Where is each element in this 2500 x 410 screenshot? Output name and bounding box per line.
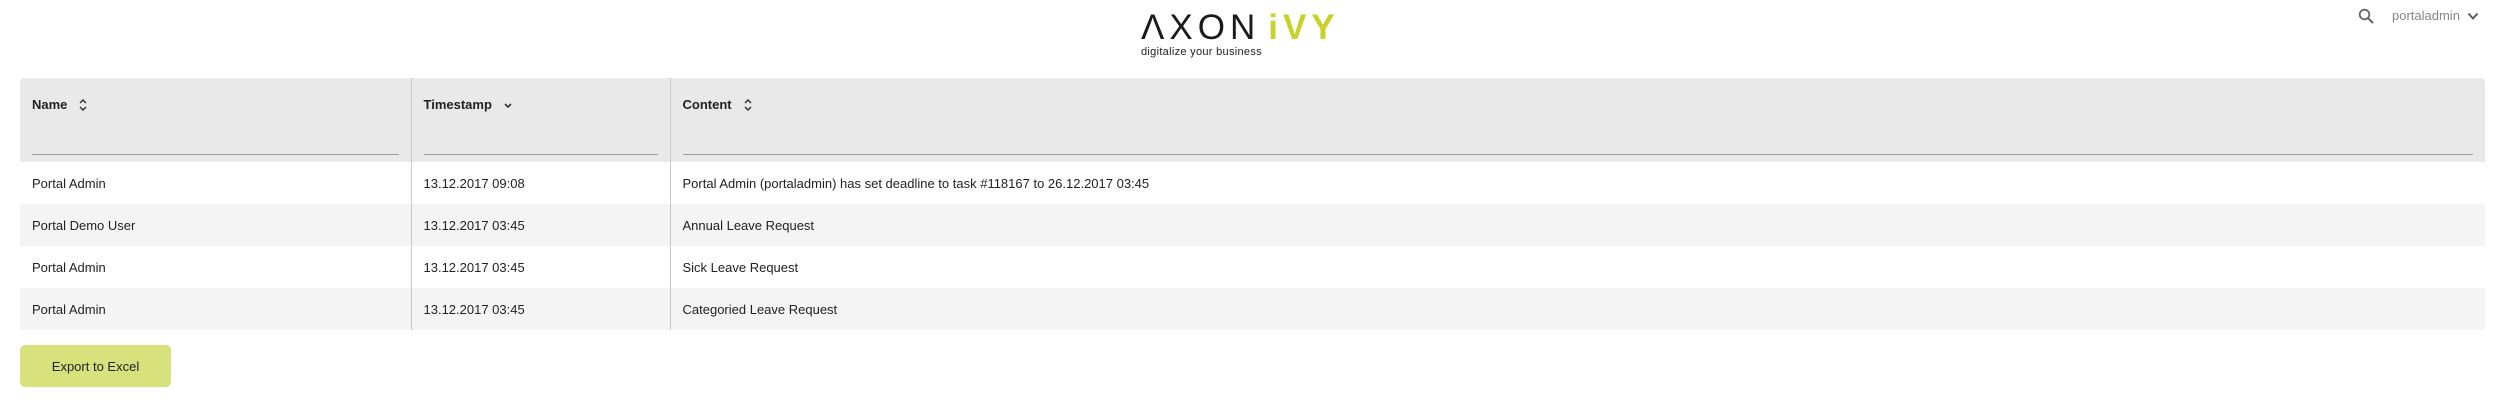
history-table: Name Timestamp Content Portal Admin 13.1…: [20, 78, 2485, 332]
sort-both-icon: [79, 98, 87, 112]
content-filter-input[interactable]: [682, 134, 2473, 155]
table-header-row: Name Timestamp Content: [20, 78, 2485, 162]
cell-name: Portal Admin: [20, 246, 411, 288]
column-label: Name: [32, 97, 68, 112]
chevron-down-icon: [2467, 12, 2479, 20]
column-label: Timestamp: [423, 97, 492, 112]
table-row[interactable]: Portal Admin 13.12.2017 09:08 Portal Adm…: [20, 162, 2485, 204]
logo-tagline: digitalize your business: [1141, 46, 1262, 58]
name-filter-input[interactable]: [32, 134, 399, 155]
sort-both-icon: [744, 98, 752, 112]
axon-ivy-logo: ΛXON iVY digitalize your business: [1141, 8, 1335, 64]
cell-timestamp: 13.12.2017 09:08: [410, 162, 670, 204]
column-header-content: Content: [669, 78, 2485, 162]
sort-content-button[interactable]: Content: [683, 97, 754, 113]
history-grid: Name Timestamp Content Portal Admin 13.1…: [20, 78, 2485, 330]
logo-wordmark: ΛXON iVY: [1141, 8, 1340, 48]
sort-name-button[interactable]: Name: [32, 97, 89, 113]
sort-timestamp-button[interactable]: Timestamp: [424, 97, 514, 113]
cell-name: Portal Demo User: [20, 204, 411, 246]
cell-timestamp: 13.12.2017 03:45: [410, 204, 670, 246]
cell-content: Sick Leave Request: [669, 246, 2485, 288]
table-row[interactable]: Portal Demo User 13.12.2017 03:45 Annual…: [20, 204, 2485, 246]
cell-timestamp: 13.12.2017 03:45: [410, 246, 670, 288]
column-label: Content: [682, 97, 732, 112]
cell-name: Portal Admin: [20, 288, 411, 330]
logo-word-ivy: iVY: [1268, 8, 1340, 47]
user-name: portaladmin: [2392, 8, 2460, 23]
top-bar: ΛXON iVY digitalize your business portala…: [0, 0, 2500, 72]
cell-content: Annual Leave Request: [669, 204, 2485, 246]
sort-descending-icon: [504, 103, 512, 109]
timestamp-filter-input[interactable]: [423, 134, 658, 155]
user-menu[interactable]: portaladmin: [2392, 6, 2480, 26]
table-row[interactable]: Portal Admin 13.12.2017 03:45 Sick Leave…: [20, 246, 2485, 288]
logo-word-axon: ΛXON: [1141, 8, 1261, 47]
table-row[interactable]: Portal Admin 13.12.2017 03:45 Categoried…: [20, 288, 2485, 330]
column-header-timestamp: Timestamp: [410, 78, 670, 162]
search-icon[interactable]: [2358, 8, 2374, 24]
cell-content: Categoried Leave Request: [669, 288, 2485, 330]
export-to-excel-button[interactable]: Export to Excel: [20, 345, 171, 387]
cell-timestamp: 13.12.2017 03:45: [410, 288, 670, 330]
column-header-name: Name: [20, 78, 411, 162]
cell-name: Portal Admin: [20, 162, 411, 204]
cell-content: Portal Admin (portaladmin) has set deadl…: [669, 162, 2485, 204]
